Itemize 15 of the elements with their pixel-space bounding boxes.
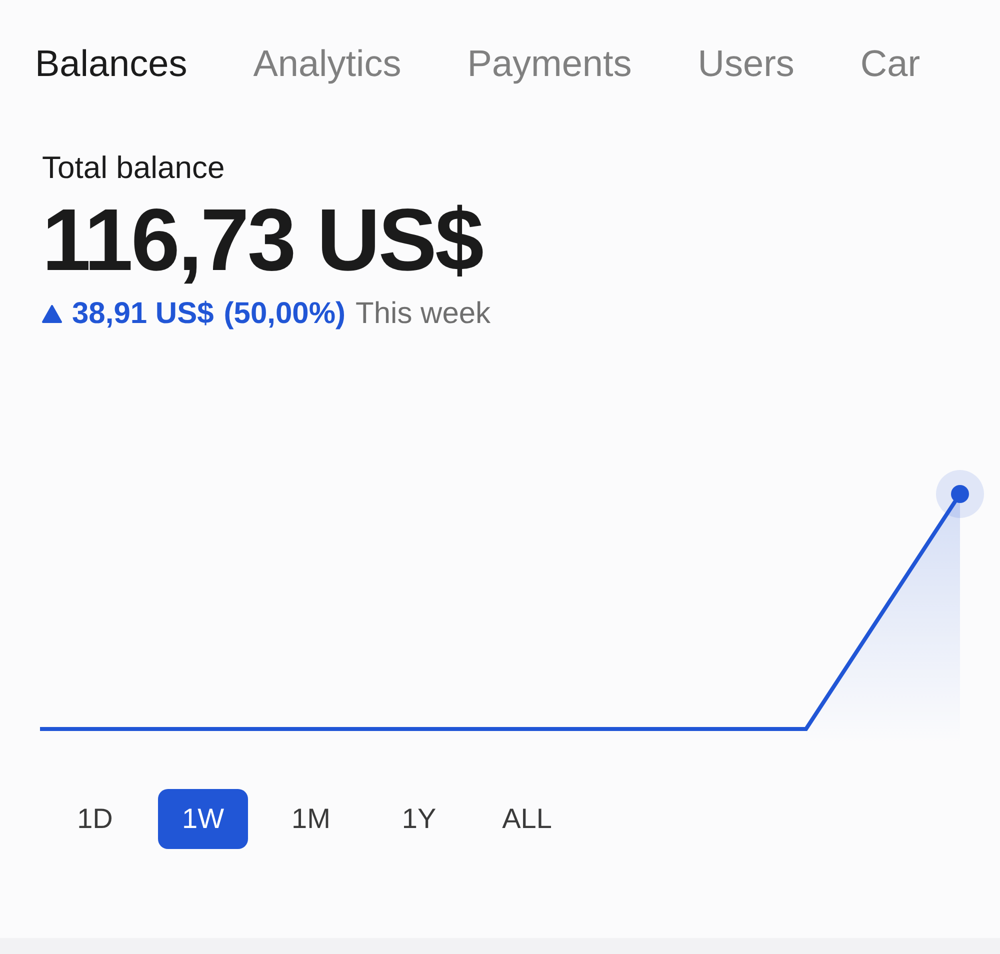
change-amount: 38,91 US$ [72,296,214,332]
balance-amount: 116,73 US$ [42,190,482,290]
change-period: This week [356,296,491,332]
range-button[interactable]: 1W [158,789,248,849]
nav-tab[interactable]: Payments [467,40,632,88]
range-button[interactable]: 1Y [374,789,464,849]
nav-tab[interactable]: Car [860,40,920,88]
range-button[interactable]: 1D [50,789,140,849]
range-button[interactable]: 1M [266,789,356,849]
nav-tab[interactable]: Users [698,40,794,88]
balance-label: Total balance [42,149,225,187]
nav-tab[interactable]: Balances [35,40,188,88]
range-button[interactable]: ALL [482,789,572,849]
nav-tab[interactable]: Analytics [253,40,402,88]
change-percent: (50,00%) [224,296,346,332]
